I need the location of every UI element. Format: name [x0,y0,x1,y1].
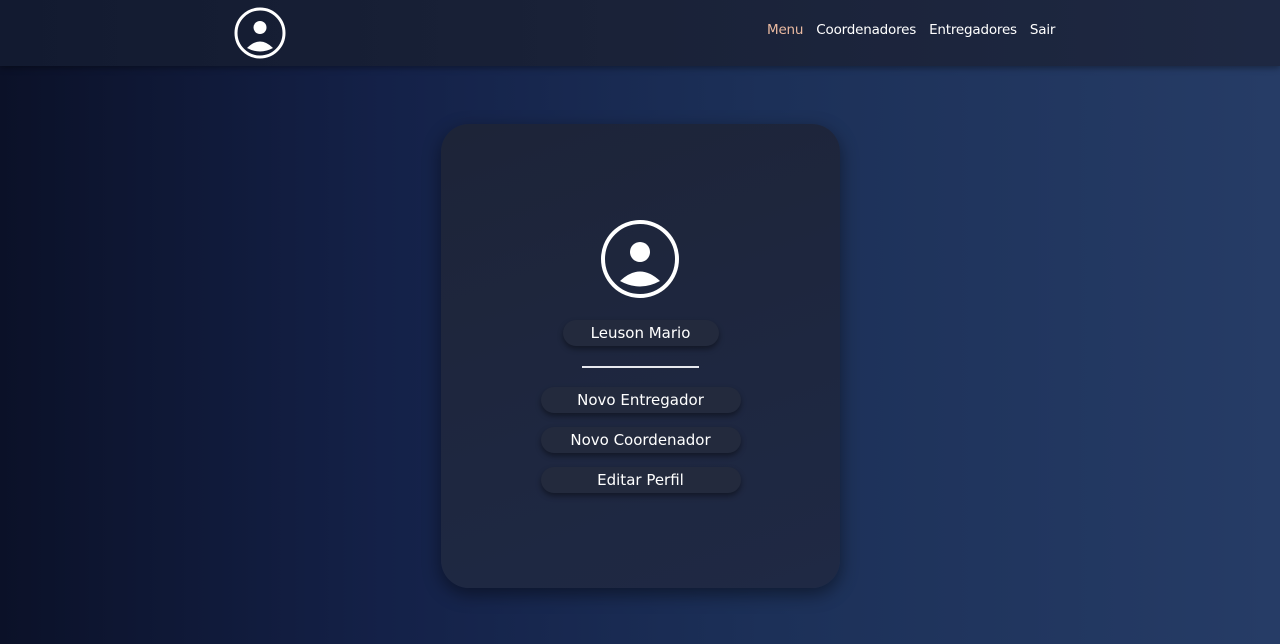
profile-name: Leuson Mario [562,320,719,346]
nav-link-entregadores[interactable]: Entregadores [929,22,1017,38]
new-courier-button[interactable]: Novo Entregador [540,387,741,413]
top-navbar: Menu Coordenadores Entregadores Sair [0,0,1280,66]
edit-profile-button[interactable]: Editar Perfil [540,467,741,493]
user-circle-icon[interactable] [234,7,286,59]
profile-card: Leuson Mario Novo Entregador Novo Coorde… [441,124,840,588]
nav-link-sair[interactable]: Sair [1030,22,1056,38]
divider [582,366,699,368]
nav-link-coordenadores[interactable]: Coordenadores [816,22,916,38]
user-circle-icon [600,219,680,299]
nav-link-menu[interactable]: Menu [767,22,803,38]
new-coordinator-button[interactable]: Novo Coordenador [540,427,741,453]
nav-links: Menu Coordenadores Entregadores Sair [767,22,1055,38]
